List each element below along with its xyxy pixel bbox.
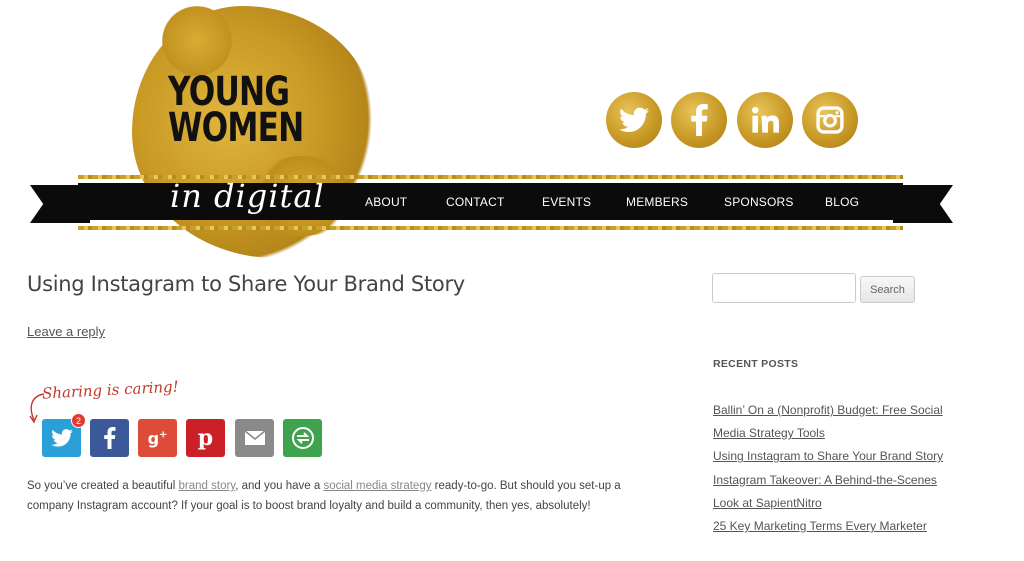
post-body: So you’ve created a beautiful brand stor…: [27, 477, 637, 516]
post-title: Using Instagram to Share Your Brand Stor…: [27, 272, 465, 296]
share-facebook-button[interactable]: [90, 419, 129, 457]
recent-post-link[interactable]: Instagram Takeover: A Behind-the-Scenes …: [713, 473, 937, 510]
recent-post-link[interactable]: Ballin’ On a (Nonprofit) Budget: Free So…: [713, 403, 943, 440]
share-googleplus-button[interactable]: g+: [138, 419, 177, 457]
share-more-button[interactable]: [283, 419, 322, 457]
recent-posts-title: RECENT POSTS: [713, 358, 799, 370]
facebook-icon[interactable]: [671, 92, 727, 148]
gold-stripe-bottom: [78, 226, 903, 230]
sharing-caring-label: Sharing is caring!: [41, 377, 180, 403]
logo-line-2: WOMEN: [168, 105, 304, 151]
list-item: 25 Key Marketing Terms Every Marketer: [713, 515, 963, 538]
logo-script-text: in digital: [170, 177, 325, 215]
search-button[interactable]: Search: [860, 276, 915, 303]
nav-events[interactable]: EVENTS: [542, 195, 591, 209]
pinterest-icon: p: [197, 425, 214, 451]
recent-post-link[interactable]: 25 Key Marketing Terms Every Marketer: [713, 519, 927, 533]
list-item: Ballin’ On a (Nonprofit) Budget: Free So…: [713, 399, 963, 445]
twitter-icon[interactable]: [606, 92, 662, 148]
twitter-icon: [50, 429, 73, 447]
recent-post-link[interactable]: Using Instagram to Share Your Brand Stor…: [713, 449, 943, 463]
nav-sponsors[interactable]: SPONSORS: [724, 195, 794, 209]
nav-about[interactable]: ABOUT: [365, 195, 407, 209]
body-text-2: , and you have a: [235, 480, 324, 492]
nav-blog[interactable]: BLOG: [825, 195, 859, 209]
share-pinterest-button[interactable]: p: [186, 419, 225, 457]
leave-reply-link[interactable]: Leave a reply: [27, 324, 105, 339]
brand-story-link[interactable]: brand story: [179, 480, 236, 492]
share-count-badge: 2: [71, 413, 86, 428]
search-input[interactable]: [712, 273, 856, 303]
nav-contact[interactable]: CONTACT: [446, 195, 505, 209]
list-item: Using Instagram to Share Your Brand Stor…: [713, 445, 963, 468]
more-share-icon: [291, 427, 314, 449]
email-icon: [244, 430, 265, 445]
nav-members[interactable]: MEMBERS: [626, 195, 688, 209]
linkedin-icon[interactable]: [737, 92, 793, 148]
body-text-1: So you’ve created a beautiful: [27, 480, 179, 492]
recent-posts-list: Ballin’ On a (Nonprofit) Budget: Free So…: [713, 399, 963, 538]
list-item: Instagram Takeover: A Behind-the-Scenes …: [713, 469, 963, 515]
share-email-button[interactable]: [235, 419, 274, 457]
site-header: YOUNG WOMEN in digital ABOUT CONTACT EVE…: [0, 0, 1024, 262]
googleplus-icon: g+: [147, 428, 168, 448]
social-media-strategy-link[interactable]: social media strategy: [323, 480, 431, 492]
facebook-icon: [104, 427, 116, 449]
instagram-icon[interactable]: [802, 92, 858, 148]
site-logo[interactable]: YOUNG WOMEN: [168, 72, 304, 151]
